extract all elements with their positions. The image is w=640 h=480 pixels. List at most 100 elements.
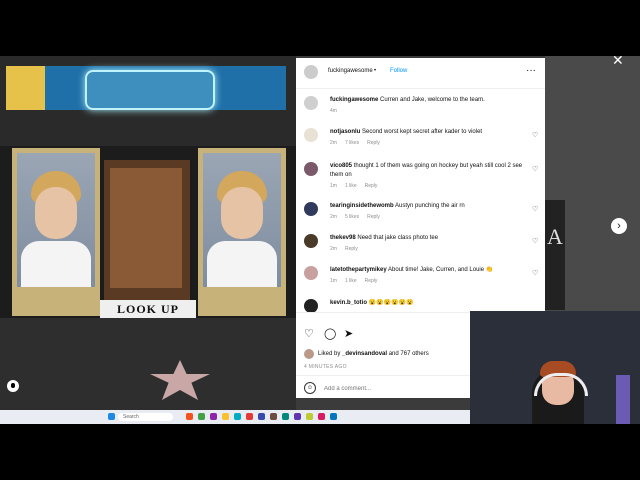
- screen: A LOOK UP fuckingawesome • Follow ··· fu…: [0, 56, 640, 424]
- portrait-frame-left: [12, 148, 100, 316]
- comment-username[interactable]: notjasonlu: [330, 129, 360, 135]
- poster-letters: A: [547, 224, 563, 249]
- comment-reply[interactable]: Reply: [345, 246, 358, 252]
- liked-by-text: Liked by _devinsandoval and 767 others: [318, 351, 429, 357]
- comment-username[interactable]: latetothepartymikey: [330, 267, 387, 273]
- neon-logo: [85, 70, 215, 110]
- comment-username[interactable]: tearinginsidethewomb: [330, 203, 394, 209]
- portrait-frame-right: [198, 148, 286, 316]
- comment-body: About time! Jake, Curren, and Louie 👏: [388, 267, 494, 273]
- comment-username[interactable]: fuckingawesome: [330, 97, 378, 103]
- share-icon[interactable]: ➤: [344, 327, 353, 340]
- comment-username[interactable]: vico805: [330, 163, 352, 169]
- next-post-button[interactable]: ›: [611, 218, 627, 234]
- comment-avatar[interactable]: [304, 299, 318, 313]
- comment-text: tearinginsidethewomb Austyn punching the…: [330, 202, 526, 211]
- taskbar-app-icon[interactable]: [318, 413, 325, 420]
- taskbar-app-icon[interactable]: [186, 413, 193, 420]
- comment-avatar[interactable]: [304, 234, 318, 248]
- taskbar-app-icon[interactable]: [234, 413, 241, 420]
- comment-body: 😮😮😮😮😮😮: [368, 300, 414, 306]
- comment-meta: 1m 1 like Reply: [330, 278, 385, 284]
- taskbar-app-icon[interactable]: [306, 413, 313, 420]
- user-tag-icon[interactable]: [7, 380, 19, 392]
- comment-meta: 1m 1 like Reply: [330, 183, 385, 189]
- post-header: fuckingawesome • Follow ···: [296, 58, 545, 89]
- taskbar-app-icon[interactable]: [246, 413, 253, 420]
- author-name[interactable]: fuckingawesome: [328, 68, 373, 74]
- comment-avatar[interactable]: [304, 162, 318, 176]
- taskbar-app-icon[interactable]: [270, 413, 277, 420]
- comment-avatar[interactable]: [304, 128, 318, 142]
- taskbar-app-icon[interactable]: [198, 413, 205, 420]
- liked-user[interactable]: _devinsandoval: [342, 351, 387, 357]
- comment-time: 4m: [330, 108, 337, 114]
- close-icon[interactable]: ✕: [612, 56, 624, 69]
- comment-text: fuckingawesome Curren and Jake, welcome …: [330, 96, 526, 105]
- more-options-icon[interactable]: ···: [526, 65, 536, 76]
- post-photo[interactable]: LOOK UP: [0, 56, 296, 410]
- comment-body: Need that jake class photo tee: [357, 235, 439, 241]
- comment-text: vico805 thought 1 of them was going on h…: [330, 162, 526, 180]
- taskbar-app-icon[interactable]: [258, 413, 265, 420]
- comment-reply[interactable]: Reply: [367, 140, 380, 146]
- comment-meta: 2m 5 likes Reply: [330, 214, 388, 220]
- comment-like-icon[interactable]: ♡: [532, 205, 538, 213]
- taskbar-app-icon[interactable]: [282, 413, 289, 420]
- comment-text: thekev98 Need that jake class photo tee: [330, 234, 526, 243]
- comment-like-icon[interactable]: ♡: [532, 269, 538, 277]
- comment-avatar[interactable]: [304, 266, 318, 280]
- taskbar-app-icon[interactable]: [222, 413, 229, 420]
- store-interior: [110, 168, 182, 288]
- comment-avatar[interactable]: [304, 96, 318, 110]
- comment-body: Austyn punching the air rn: [395, 203, 465, 209]
- comment-like-icon[interactable]: ♡: [532, 237, 538, 245]
- comment-time: 2m: [330, 246, 337, 252]
- comment-username[interactable]: kevin.b_totio: [330, 300, 367, 306]
- liked-by-avatar: [304, 349, 314, 359]
- comment-like-icon[interactable]: ♡: [532, 131, 538, 139]
- comment-time: 1m: [330, 183, 337, 189]
- comment-text: latetothepartymikey About time! Jake, Cu…: [330, 266, 526, 275]
- comment-like-icon[interactable]: ♡: [532, 165, 538, 173]
- webcam-lamp: [616, 375, 630, 424]
- comment-reply[interactable]: Reply: [365, 278, 378, 284]
- comment-likes[interactable]: 1 like: [345, 278, 357, 284]
- comment-likes[interactable]: 7 likes: [345, 140, 359, 146]
- comment-avatar[interactable]: [304, 202, 318, 216]
- comment-meta: 2m 7 likes Reply: [330, 140, 388, 146]
- taskbar-search[interactable]: Search: [118, 413, 173, 421]
- heart-icon[interactable]: ♡: [304, 327, 314, 340]
- comment-time: 2m: [330, 214, 337, 220]
- comment-body: thought 1 of them was going on hockey bu…: [330, 163, 523, 178]
- taskbar-app-icon[interactable]: [330, 413, 337, 420]
- comment-text: notjasonlu Second worst kept secret afte…: [330, 128, 526, 137]
- author-avatar[interactable]: [304, 65, 318, 79]
- comment-meta: 4m: [330, 108, 345, 114]
- taskbar-app-icon[interactable]: [294, 413, 301, 420]
- follow-button[interactable]: Follow: [390, 68, 407, 74]
- comment-body: Second worst kept secret after kader to …: [362, 129, 483, 135]
- post-timestamp: 4 MINUTES AGO: [304, 364, 347, 370]
- comment-reply[interactable]: Reply: [365, 183, 378, 189]
- comment-time: 1m: [330, 278, 337, 284]
- comment-time: 2m: [330, 140, 337, 146]
- comment-likes[interactable]: 1 like: [345, 183, 357, 189]
- portrait-left: [17, 153, 95, 287]
- background-poster: A: [545, 200, 565, 310]
- comment-username[interactable]: thekev98: [330, 235, 356, 241]
- comment-meta: 2m Reply: [330, 246, 366, 252]
- liked-suffix[interactable]: and 767 others: [387, 351, 429, 357]
- emoji-icon[interactable]: ☺: [304, 382, 316, 394]
- comment-body: Curren and Jake, welcome to the team.: [380, 97, 485, 103]
- sidewalk: [0, 318, 296, 410]
- taskbar-app-icon[interactable]: [210, 413, 217, 420]
- taskbar: Search: [0, 410, 470, 424]
- liked-prefix: Liked by: [318, 351, 343, 357]
- comment-reply[interactable]: Reply: [367, 214, 380, 220]
- comment-icon[interactable]: ◯: [324, 327, 336, 340]
- portrait-right: [203, 153, 281, 287]
- taskbar-app-icon[interactable]: [108, 413, 115, 420]
- comment-likes[interactable]: 5 likes: [345, 214, 359, 220]
- header-separator: •: [374, 68, 377, 74]
